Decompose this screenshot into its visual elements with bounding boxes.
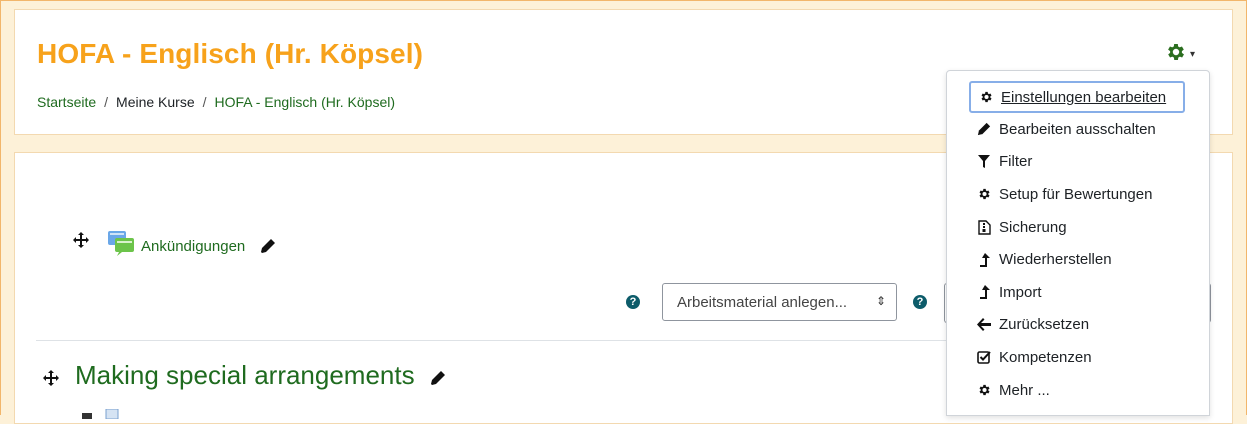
- pencil-icon[interactable]: [260, 238, 276, 259]
- menu-item-label: Zurücksetzen: [999, 316, 1090, 334]
- menu-item-grade-setup[interactable]: Setup für Bewertungen: [947, 178, 1209, 211]
- gear-icon: [977, 187, 991, 201]
- move-icon[interactable]: [73, 232, 89, 252]
- breadcrumb-home[interactable]: Startseite: [37, 94, 96, 110]
- menu-item-filter[interactable]: Filter: [947, 146, 1209, 179]
- breadcrumb: Startseite / Meine Kurse / HOFA - Englisch (…: [37, 94, 395, 110]
- breadcrumb-course[interactable]: HOFA - Englisch (Hr. Köpsel): [215, 94, 396, 110]
- check-square-icon: [977, 350, 991, 365]
- menu-item-label: Kompetenzen: [999, 348, 1092, 366]
- menu-item-label: Filter: [999, 153, 1033, 171]
- chevron-down-icon: ▾: [1190, 48, 1196, 60]
- menu-item-restore[interactable]: Wiederherstellen: [947, 243, 1209, 276]
- pencil-icon[interactable]: [430, 370, 446, 391]
- page-title: HOFA - Englisch (Hr. Köpsel): [37, 38, 424, 69]
- pencil-icon: [977, 122, 991, 136]
- help-icon[interactable]: ?: [626, 295, 640, 309]
- course-settings-menu-toggle[interactable]: ▾: [1165, 42, 1195, 66]
- forum-icon: [107, 230, 135, 261]
- gear-icon: [1165, 41, 1187, 68]
- level-up-icon: [977, 285, 991, 300]
- section-title[interactable]: Making special arrangements: [75, 360, 415, 391]
- gear-icon: [977, 383, 991, 397]
- level-up-icon: [977, 252, 991, 267]
- help-icon[interactable]: ?: [913, 295, 927, 309]
- add-resource-select-value: Arbeitsmaterial anlegen...: [677, 294, 848, 311]
- arrow-left-icon: [977, 318, 991, 332]
- menu-item-backup[interactable]: Sicherung: [947, 211, 1209, 244]
- move-icon[interactable]: [43, 370, 59, 390]
- announcements-link[interactable]: Ankündigungen: [141, 238, 245, 255]
- menu-item-more[interactable]: Mehr ...: [947, 374, 1209, 407]
- breadcrumb-separator: /: [104, 94, 109, 110]
- menu-item-label: Mehr ...: [999, 381, 1050, 399]
- menu-item-label: Setup für Bewertungen: [999, 185, 1153, 203]
- course-settings-menu: Einstellungen bearbeiten Bearbeiten auss…: [946, 70, 1210, 416]
- file-archive-icon: [977, 219, 991, 235]
- menu-item-turn-editing-off[interactable]: Bearbeiten ausschalten: [947, 113, 1209, 146]
- menu-item-label: Sicherung: [999, 218, 1067, 236]
- menu-item-import[interactable]: Import: [947, 276, 1209, 309]
- partial-activity-row: [80, 406, 120, 420]
- gear-icon: [979, 90, 993, 104]
- add-resource-select[interactable]: Arbeitsmaterial anlegen... ⇕: [662, 283, 897, 321]
- menu-item-edit-settings[interactable]: Einstellungen bearbeiten: [969, 81, 1185, 113]
- menu-item-reset[interactable]: Zurücksetzen: [947, 309, 1209, 342]
- breadcrumb-my-courses[interactable]: Meine Kurse: [116, 94, 195, 110]
- menu-item-label: Wiederherstellen: [999, 251, 1112, 269]
- menu-item-label: Import: [999, 283, 1042, 301]
- select-arrows-icon: ⇕: [875, 294, 886, 308]
- breadcrumb-separator: /: [202, 94, 207, 110]
- filter-icon: [977, 155, 991, 169]
- menu-item-label: Einstellungen bearbeiten: [1001, 88, 1167, 106]
- menu-item-label: Bearbeiten ausschalten: [999, 120, 1156, 138]
- menu-item-competencies[interactable]: Kompetenzen: [947, 341, 1209, 374]
